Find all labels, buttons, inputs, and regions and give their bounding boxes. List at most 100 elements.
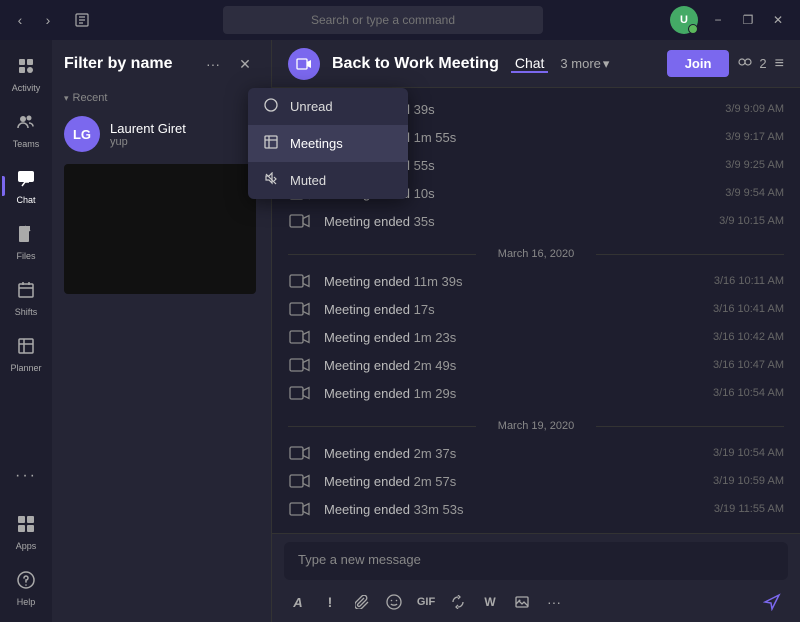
msg-text: Meeting ended 1m 23s <box>324 330 701 345</box>
table-row: Meeting ended 1m 29s 3/16 10:54 AM <box>288 380 784 406</box>
close-button[interactable]: ✕ <box>764 8 792 32</box>
planner-icon <box>16 336 36 361</box>
format-text-button[interactable]: A <box>284 588 312 616</box>
table-row: Meeting ended 17s 3/16 10:41 AM <box>288 296 784 322</box>
dropdown-item-unread[interactable]: Unread <box>248 88 408 125</box>
msg-duration: 10s <box>414 186 435 201</box>
image-button[interactable] <box>508 588 536 616</box>
msg-time: 3/16 10:47 AM <box>713 359 784 371</box>
meetings-icon <box>262 135 280 152</box>
table-row: Meeting ended 1m 23s 3/16 10:42 AM <box>288 324 784 350</box>
msg-time: 3/16 10:11 AM <box>714 275 784 287</box>
avatar[interactable]: U <box>670 6 698 34</box>
more-options-button[interactable]: ··· <box>199 50 227 78</box>
msg-duration: 1m 23s <box>414 330 457 345</box>
sidebar-item-teams[interactable]: Teams <box>4 104 48 156</box>
shifts-label: Shifts <box>15 307 38 317</box>
msg-time: 3/9 9:09 AM <box>725 103 784 115</box>
msg-duration: 39s <box>414 102 435 117</box>
send-button[interactable] <box>756 586 788 618</box>
sidebar-item-shifts[interactable]: Shifts <box>4 272 48 324</box>
meetings-label: Meetings <box>290 136 343 151</box>
sidebar-item-activity[interactable]: Activity <box>4 48 48 100</box>
dropdown-item-meetings[interactable]: Meetings <box>248 125 408 162</box>
table-row: Meeting ended 33m 53s 3/19 11:55 AM <box>288 496 784 522</box>
video-call-icon <box>288 328 312 346</box>
sidebar-item-planner[interactable]: Planner <box>4 328 48 380</box>
sidebar-item-chat[interactable]: Chat <box>4 160 48 212</box>
input-toolbar: A ! GIF W ··· <box>284 586 788 618</box>
compose-icon <box>74 12 90 28</box>
participants-count: 2 <box>759 56 766 71</box>
attach-button[interactable] <box>348 588 376 616</box>
back-button[interactable]: ‹ <box>8 8 32 32</box>
chat-tab[interactable]: Chat <box>511 55 549 73</box>
compose-button[interactable] <box>68 6 96 34</box>
whiteboard-button[interactable]: W <box>476 588 504 616</box>
section-arrow: ▾ <box>64 93 69 104</box>
minimize-button[interactable]: − <box>704 8 732 32</box>
restore-button[interactable]: ❐ <box>734 8 762 32</box>
chat-panel: Filter by name ··· ✕ ▾ Recent LG Laurent… <box>52 40 272 622</box>
apps-label: Apps <box>16 541 37 551</box>
header-right: Join 2 ≡ <box>667 50 784 77</box>
video-call-icon <box>288 272 312 290</box>
activity-icon <box>16 56 36 81</box>
participants-info: 2 <box>737 56 766 71</box>
close-filter-button[interactable]: ✕ <box>231 50 259 78</box>
video-call-icon <box>288 300 312 318</box>
search-input[interactable] <box>223 6 543 34</box>
content-header: Back to Work Meeting Chat 3 more ▾ Join … <box>272 40 800 88</box>
msg-time: 3/16 10:54 AM <box>713 387 784 399</box>
window-controls: − ❐ ✕ <box>704 8 792 32</box>
chat-icon <box>16 168 36 193</box>
unread-label: Unread <box>290 99 333 114</box>
header-menu-button[interactable]: ≡ <box>775 55 784 73</box>
date-divider-march16: March 16, 2020 <box>288 248 784 260</box>
table-row: Meeting ended 2m 57s 3/19 10:59 AM <box>288 468 784 494</box>
more-tabs-button[interactable]: 3 more ▾ <box>560 56 609 72</box>
sidebar-item-help[interactable]: Help <box>4 562 48 614</box>
dropdown-item-muted[interactable]: Muted <box>248 162 408 199</box>
emoji-button[interactable] <box>380 588 408 616</box>
apps-icon <box>16 514 36 539</box>
msg-text: Meeting ended 1m 29s <box>324 386 701 401</box>
msg-duration: 1m 29s <box>414 386 457 401</box>
meeting-icon <box>288 48 320 80</box>
urgent-button[interactable]: ! <box>316 588 344 616</box>
sidebar-item-files[interactable]: Files <box>4 216 48 268</box>
more-tabs-label: 3 more <box>560 56 600 71</box>
msg-duration: 11m 39s <box>414 274 463 289</box>
giphy-button[interactable]: GIF <box>412 588 440 616</box>
chat-panel-title: Filter by name <box>64 55 172 73</box>
more-icon: ··· <box>15 467 37 485</box>
table-row: Meeting ended 2m 37s 3/19 10:54 AM <box>288 440 784 466</box>
sidebar-item-apps[interactable]: Apps <box>4 506 48 558</box>
title-bar-left: ‹ › <box>8 6 96 34</box>
message-input-area: Type a new message A ! GIF W ··· <box>272 533 800 622</box>
files-label: Files <box>16 251 35 261</box>
msg-time: 3/16 10:42 AM <box>713 331 784 343</box>
sidebar-item-more[interactable]: ··· <box>4 450 48 502</box>
more-options-toolbar-button[interactable]: ··· <box>540 588 568 616</box>
table-row: Meeting ended 2m 49s 3/16 10:47 AM <box>288 352 784 378</box>
forward-button[interactable]: › <box>36 8 60 32</box>
sidebar-nav: Activity Teams Chat Files Shifts <box>0 40 52 622</box>
loop-button[interactable] <box>444 588 472 616</box>
header-actions: ··· ✕ <box>199 50 259 78</box>
video-call-icon <box>288 444 312 462</box>
meeting-title: Back to Work Meeting <box>332 55 499 73</box>
msg-time: 3/9 10:15 AM <box>719 215 784 227</box>
msg-text: Meeting ended 2m 37s <box>324 446 701 461</box>
date-divider-march19: March 19, 2020 <box>288 420 784 432</box>
video-call-icon <box>288 384 312 402</box>
muted-label: Muted <box>290 173 326 188</box>
join-button[interactable]: Join <box>667 50 730 77</box>
table-row: Meeting ended 11m 39s 3/16 10:11 AM <box>288 268 784 294</box>
shifts-icon <box>16 280 36 305</box>
help-icon <box>16 570 36 595</box>
msg-duration: 33m 53s <box>414 502 464 517</box>
msg-duration: 17s <box>414 302 435 317</box>
chat-item-laurent[interactable]: LG Laurent Giret yup <box>52 108 271 160</box>
msg-duration: 35s <box>414 214 435 229</box>
